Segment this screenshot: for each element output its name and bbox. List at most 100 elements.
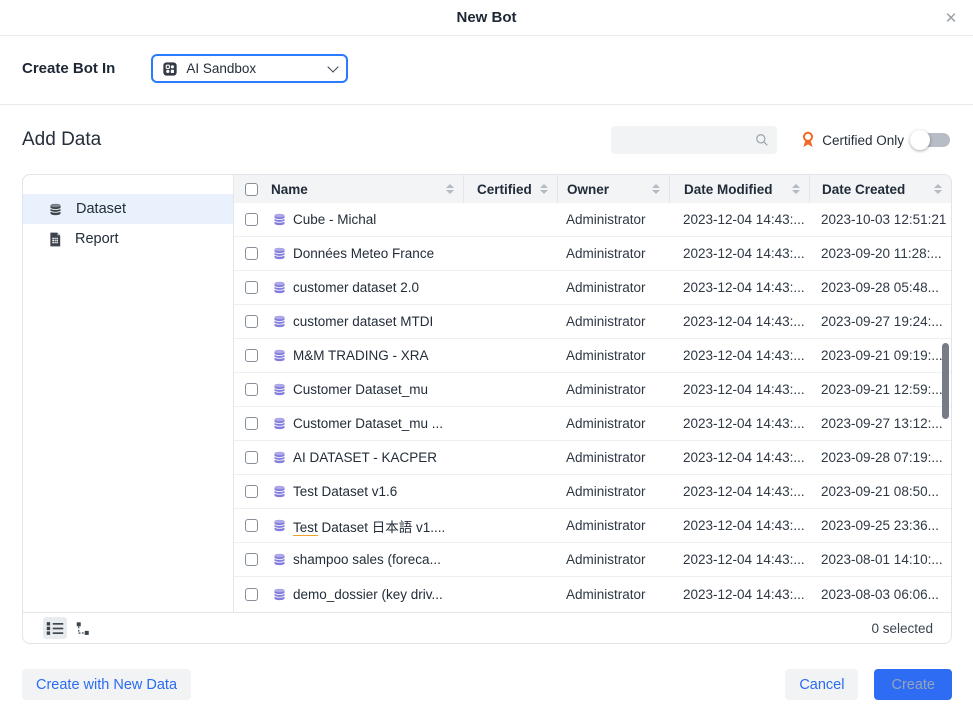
table-row[interactable]: customer dataset 2.0Administrator2023-12…: [234, 271, 951, 305]
date-modified-cell: 2023-12-04 14:43:...: [669, 587, 809, 602]
row-checkbox[interactable]: [245, 519, 258, 532]
sort-icon[interactable]: [446, 184, 454, 194]
sidebar-item-dataset[interactable]: Dataset: [23, 194, 233, 224]
row-checkbox[interactable]: [245, 451, 258, 464]
table-body: Cube - MichalAdministrator2023-12-04 14:…: [234, 203, 951, 612]
sort-icon[interactable]: [792, 184, 800, 194]
certified-badge-icon: [801, 131, 815, 149]
date-created-cell: 2023-09-21 12:59:...: [809, 382, 951, 397]
date-modified-cell: 2023-12-04 14:43:...: [669, 552, 809, 567]
dataset-name: demo_dossier (key driv...: [293, 587, 443, 602]
table-row[interactable]: Test Dataset v1.6Administrator2023-12-04…: [234, 475, 951, 509]
dataset-icon: [272, 382, 287, 397]
search-box[interactable]: [611, 126, 777, 154]
date-modified-cell: 2023-12-04 14:43:...: [669, 382, 809, 397]
owner-cell: Administrator: [557, 280, 669, 295]
row-checkbox[interactable]: [245, 349, 258, 362]
sidebar-item-report[interactable]: Report: [23, 224, 233, 254]
table-row[interactable]: Customer Dataset_mu ...Administrator2023…: [234, 407, 951, 441]
table-header-row: Name Certified Owner Date Modified Date …: [234, 175, 951, 203]
owner-cell: Administrator: [557, 450, 669, 465]
create-button[interactable]: Create: [874, 669, 952, 700]
project-dropdown[interactable]: AI Sandbox: [151, 54, 348, 83]
date-created-cell: 2023-09-27 19:24:...: [809, 314, 951, 329]
cancel-button[interactable]: Cancel: [785, 669, 858, 700]
date-created-cell: 2023-09-28 07:19:...: [809, 450, 951, 465]
date-created-cell: 2023-08-03 06:06...: [809, 587, 951, 602]
dataset-name: shampoo sales (foreca...: [293, 552, 441, 567]
table-row[interactable]: AI DATASET - KACPERAdministrator2023-12-…: [234, 441, 951, 475]
sort-icon[interactable]: [540, 184, 548, 194]
table-row[interactable]: M&M TRADING - XRAAdministrator2023-12-04…: [234, 339, 951, 373]
row-checkbox[interactable]: [245, 213, 258, 226]
column-header-date-created[interactable]: Date Created: [809, 175, 951, 203]
sort-icon[interactable]: [652, 184, 660, 194]
list-view-icon[interactable]: [43, 617, 67, 639]
select-all-checkbox[interactable]: [245, 183, 258, 196]
table-row[interactable]: shampoo sales (foreca...Administrator202…: [234, 543, 951, 577]
row-checkbox[interactable]: [245, 247, 258, 260]
date-created-cell: 2023-09-27 13:12:...: [809, 416, 951, 431]
table-row[interactable]: Test Dataset 日本語 v1....Administrator2023…: [234, 509, 951, 543]
table-row[interactable]: Customer Dataset_muAdministrator2023-12-…: [234, 373, 951, 407]
dialog-title: New Bot: [457, 9, 517, 26]
row-checkbox[interactable]: [245, 485, 258, 498]
row-checkbox[interactable]: [245, 281, 258, 294]
row-checkbox[interactable]: [245, 553, 258, 566]
date-modified-cell: 2023-12-04 14:43:...: [669, 314, 809, 329]
table-row[interactable]: Cube - MichalAdministrator2023-12-04 14:…: [234, 203, 951, 237]
owner-cell: Administrator: [557, 212, 669, 227]
dataset-name: customer dataset MTDI: [293, 314, 433, 329]
row-checkbox[interactable]: [245, 588, 258, 601]
column-header-name[interactable]: Name: [269, 175, 463, 203]
scrollbar-thumb[interactable]: [942, 343, 949, 419]
create-with-new-data-button[interactable]: Create with New Data: [22, 669, 191, 700]
date-created-cell: 2023-09-21 09:19:...: [809, 348, 951, 363]
column-header-date-modified[interactable]: Date Modified: [669, 175, 809, 203]
owner-cell: Administrator: [557, 416, 669, 431]
dataset-name: customer dataset 2.0: [293, 280, 419, 295]
date-modified-cell: 2023-12-04 14:43:...: [669, 416, 809, 431]
owner-cell: Administrator: [557, 348, 669, 363]
chevron-down-icon: [328, 61, 339, 72]
certified-only-toggle[interactable]: [910, 130, 952, 150]
date-modified-cell: 2023-12-04 14:43:...: [669, 348, 809, 363]
sidebar-item-label: Report: [75, 231, 119, 247]
sort-icon[interactable]: [934, 184, 942, 194]
date-modified-cell: 2023-12-04 14:43:...: [669, 450, 809, 465]
toggle-knob: [910, 130, 930, 150]
date-modified-cell: 2023-12-04 14:43:...: [669, 246, 809, 261]
column-header-owner[interactable]: Owner: [557, 175, 669, 203]
dataset-name: Données Meteo France: [293, 246, 434, 261]
table-row[interactable]: customer dataset MTDIAdministrator2023-1…: [234, 305, 951, 339]
sandbox-grid-icon: [162, 61, 178, 77]
add-data-header: Add Data Certified Only: [22, 126, 952, 154]
database-icon: [48, 202, 63, 217]
search-icon: [755, 133, 769, 147]
selected-count: 0 selected: [871, 621, 933, 636]
table-row[interactable]: Données Meteo France Administrator2023-12…: [234, 237, 951, 271]
table-row[interactable]: demo_dossier (key driv...Administrator20…: [234, 577, 951, 611]
search-input[interactable]: [619, 133, 755, 148]
row-checkbox[interactable]: [245, 417, 258, 430]
date-created-cell: 2023-09-25 23:36...: [809, 518, 951, 533]
close-icon[interactable]: ✕: [941, 8, 961, 28]
dataset-icon: [272, 518, 287, 533]
date-created-cell: 2023-09-21 08:50...: [809, 484, 951, 499]
date-created-cell: 2023-09-28 05:48...: [809, 280, 951, 295]
dataset-name: Test Dataset v1.6: [293, 484, 397, 499]
row-checkbox[interactable]: [245, 383, 258, 396]
date-modified-cell: 2023-12-04 14:43:...: [669, 212, 809, 227]
search-match-highlight: Test: [293, 484, 318, 499]
panel-footer: 0 selected: [23, 612, 951, 643]
tree-view-icon[interactable]: [72, 617, 96, 639]
owner-cell: Administrator: [557, 518, 669, 533]
date-modified-cell: 2023-12-04 14:43:...: [669, 484, 809, 499]
add-data-title: Add Data: [22, 129, 101, 151]
dataset-icon: [272, 484, 287, 499]
owner-cell: Administrator: [557, 246, 669, 261]
column-header-certified[interactable]: Certified: [463, 175, 557, 203]
create-bot-in-label: Create Bot In: [22, 60, 115, 77]
row-checkbox[interactable]: [245, 315, 258, 328]
date-created-cell: 2023-08-01 14:10:...: [809, 552, 951, 567]
